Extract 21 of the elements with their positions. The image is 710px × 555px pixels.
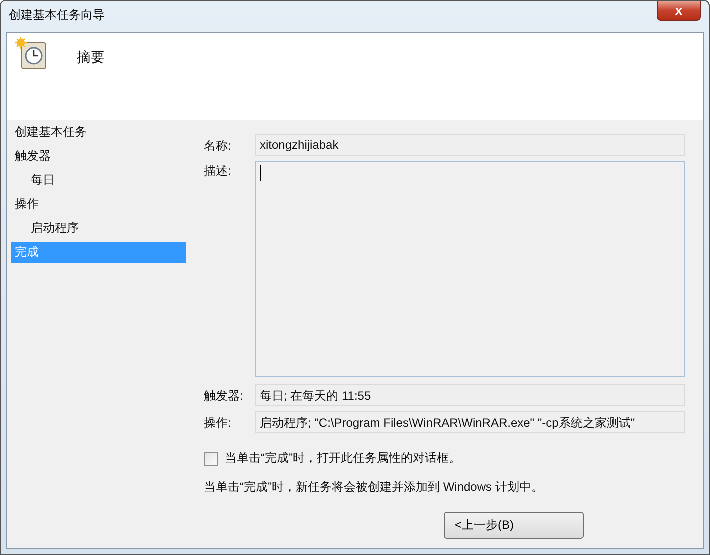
sidebar-item[interactable]: 每日 (11, 170, 186, 194)
field-label: 名称: (204, 138, 232, 154)
field-label: 描述: (204, 163, 232, 180)
clock-icon (15, 37, 49, 71)
sidebar-item[interactable]: 触发器 (11, 146, 186, 170)
sidebar-item[interactable]: 操作 (11, 194, 186, 218)
field-label: 触发器: (204, 388, 244, 404)
trigger-field: 每日; 在每天的 11:55 (255, 384, 685, 406)
checkbox[interactable] (204, 452, 218, 466)
window-title: 创建基本任务向导 (8, 7, 105, 24)
sidebar-item[interactable]: 启动程序 (11, 218, 186, 242)
back-button[interactable]: <上一步(B) (444, 512, 584, 538)
info-text: 当单击“完成”时，新任务将会被创建并添加到 Windows 计划中。 (204, 479, 544, 496)
field-label: 操作: (204, 414, 232, 432)
close-button[interactable]: x (657, 1, 701, 21)
action-field: 启动程序; "C:\Program Files\WinRAR\WinRAR.exe" "-cp系统之家测试" (255, 411, 685, 433)
checkbox-label: 当单击“完成”时，打开此任务属性的对话框。 (225, 450, 461, 467)
sidebar-item[interactable]: 创建基本任务 (11, 122, 186, 146)
name-field[interactable]: xitongzhijiabak (255, 134, 685, 156)
page-title: 摘要 (77, 49, 105, 67)
description-field[interactable] (255, 161, 685, 377)
